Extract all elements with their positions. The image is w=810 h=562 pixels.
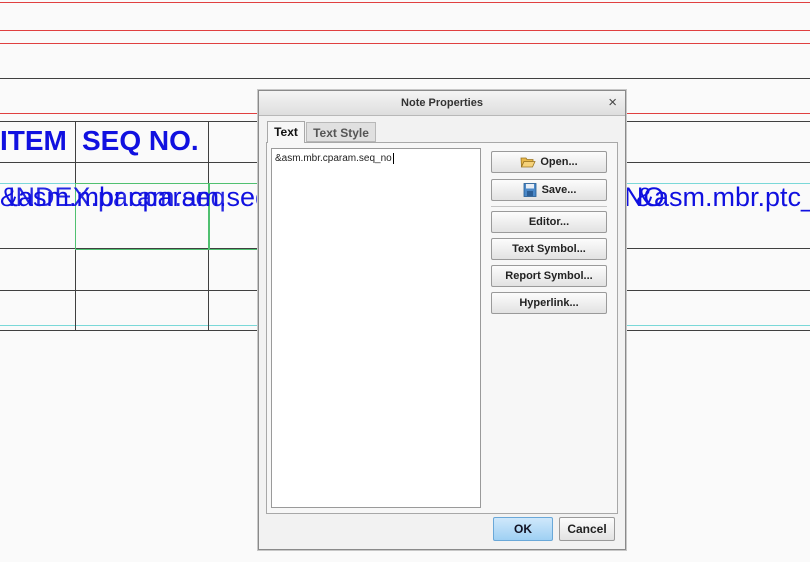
table-cell-param-text[interactable]: INDEX.param.seq: [8, 182, 226, 213]
table-header-item[interactable]: ITEM: [0, 125, 67, 157]
dialog-title: Note Properties: [401, 97, 483, 109]
drawing-line: [0, 43, 810, 44]
drawing-line: [0, 2, 810, 3]
cancel-button[interactable]: Cancel: [559, 517, 615, 541]
report-symbol-button[interactable]: Report Symbol...: [491, 265, 607, 287]
dialog-titlebar[interactable]: Note Properties ×: [259, 91, 625, 116]
table-header-seq-no[interactable]: SEQ NO.: [82, 125, 199, 157]
ok-button[interactable]: OK: [493, 517, 553, 541]
tab-text[interactable]: Text: [267, 121, 305, 143]
note-text-input[interactable]: &asm.mbr.cparam.seq_no: [271, 148, 481, 508]
floppy-disk-icon: [523, 183, 536, 197]
button-separator: [491, 206, 607, 207]
table-cell-param-text[interactable]: &asm.mbr.ptc_: [636, 182, 810, 213]
editor-button[interactable]: Editor...: [491, 211, 607, 233]
drawing-line: [0, 78, 810, 79]
note-properties-dialog: Note Properties × Text Style Text &asm.m…: [258, 90, 626, 550]
hyperlink-button[interactable]: Hyperlink...: [491, 292, 607, 314]
tab-text-style[interactable]: Text Style: [306, 122, 376, 142]
save-button[interactable]: Save...: [491, 179, 607, 201]
note-text-value: &asm.mbr.cparam.seq_no: [275, 153, 392, 165]
save-button-label: Save...: [541, 184, 577, 196]
text-caret: [392, 153, 394, 164]
open-button-label: Open...: [540, 156, 578, 168]
open-button[interactable]: Open...: [491, 151, 607, 173]
text-symbol-button[interactable]: Text Symbol...: [491, 238, 607, 260]
drawing-line: [0, 30, 810, 31]
close-icon[interactable]: ×: [608, 94, 617, 111]
folder-open-icon: [520, 157, 536, 168]
